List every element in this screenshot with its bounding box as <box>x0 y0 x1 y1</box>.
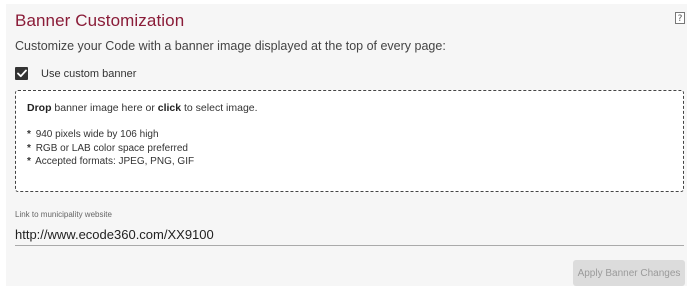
spec-item-text: Accepted formats: JPEG, PNG, GIF <box>35 156 195 167</box>
use-custom-banner-checkbox[interactable] <box>15 67 28 80</box>
drop-instructions: Drop banner image here or click to selec… <box>27 102 258 114</box>
spec-item: * RGB or LAB color space preferred <box>27 142 194 156</box>
bullet-glyph: * <box>27 129 31 140</box>
banner-spec-list: * 940 pixels wide by 106 high * RGB or L… <box>27 128 194 169</box>
apply-banner-changes-button[interactable]: Apply Banner Changes <box>573 260 685 286</box>
spec-item: * Accepted formats: JPEG, PNG, GIF <box>27 155 194 169</box>
spec-item: * 940 pixels wide by 106 high <box>27 128 194 142</box>
bullet-glyph: * <box>27 142 31 154</box>
drop-keyword: Drop <box>27 102 52 114</box>
bullet-glyph: * <box>27 156 31 167</box>
spec-item-text: RGB or LAB color space preferred <box>35 142 188 154</box>
banner-dropzone[interactable]: Drop banner image here or click to selec… <box>15 90 684 192</box>
page-title: Banner Customization <box>15 11 185 30</box>
drop-text-middle: banner image here or <box>51 102 158 114</box>
drop-text-end: to select image. <box>181 102 258 114</box>
use-custom-banner-label: Use custom banner <box>41 67 137 80</box>
checkmark-icon <box>16 69 27 78</box>
spec-item-text: 940 pixels wide by 106 high <box>35 129 159 140</box>
help-icon[interactable]: ? <box>675 12 685 24</box>
website-link-label: Link to municipality website <box>15 210 112 219</box>
use-custom-banner-row[interactable]: Use custom banner <box>15 67 136 80</box>
click-keyword[interactable]: click <box>158 102 181 114</box>
page-subtitle: Customize your Code with a banner image … <box>15 39 446 53</box>
website-link-input[interactable] <box>15 224 684 246</box>
banner-customization-panel: Banner Customization ? Customize your Co… <box>6 4 687 286</box>
